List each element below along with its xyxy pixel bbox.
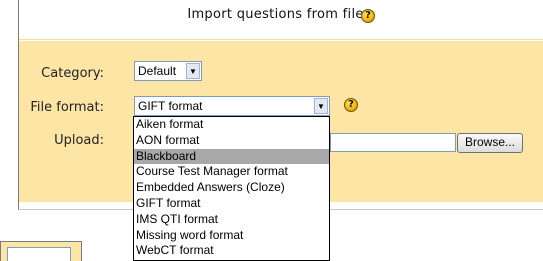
file-format-help-icon[interactable]: ? <box>344 98 358 112</box>
category-select-value: Default <box>138 64 177 78</box>
file-format-select-value: GIFT format <box>138 99 203 113</box>
file-format-select[interactable]: GIFT format ▼ <box>134 96 330 116</box>
panel-header: Import questions from file <box>19 0 543 40</box>
dropdown-option[interactable]: GIFT format <box>134 196 329 212</box>
upload-file-field[interactable] <box>330 133 456 152</box>
bottom-input-fragment[interactable] <box>7 247 71 261</box>
bottom-panel-fragment <box>0 241 82 261</box>
file-format-label: File format: <box>30 100 104 115</box>
chevron-down-icon[interactable]: ▼ <box>186 63 200 79</box>
dropdown-option[interactable]: Blackboard <box>134 148 329 165</box>
upload-label: Upload: <box>54 133 104 148</box>
dropdown-option[interactable]: Missing word format <box>134 228 329 244</box>
dropdown-option[interactable]: WebCT format <box>134 243 329 259</box>
chevron-down-icon[interactable]: ▼ <box>314 98 328 114</box>
dropdown-option[interactable]: Course Test Manager format <box>134 164 329 180</box>
category-select[interactable]: Default ▼ <box>134 61 202 81</box>
dropdown-option[interactable]: Aiken format <box>134 117 329 133</box>
help-icon[interactable]: ? <box>361 9 375 23</box>
dropdown-option[interactable]: Embedded Answers (Cloze) <box>134 180 329 196</box>
file-format-dropdown-list[interactable]: Aiken format AON format Blackboard Course T… <box>133 116 330 261</box>
category-label: Category: <box>41 66 104 81</box>
page-title: Import questions from file <box>187 7 364 22</box>
dropdown-option[interactable]: IMS QTI format <box>134 212 329 228</box>
dropdown-option[interactable]: AON format <box>134 133 329 149</box>
browse-button[interactable]: Browse... <box>457 133 523 153</box>
